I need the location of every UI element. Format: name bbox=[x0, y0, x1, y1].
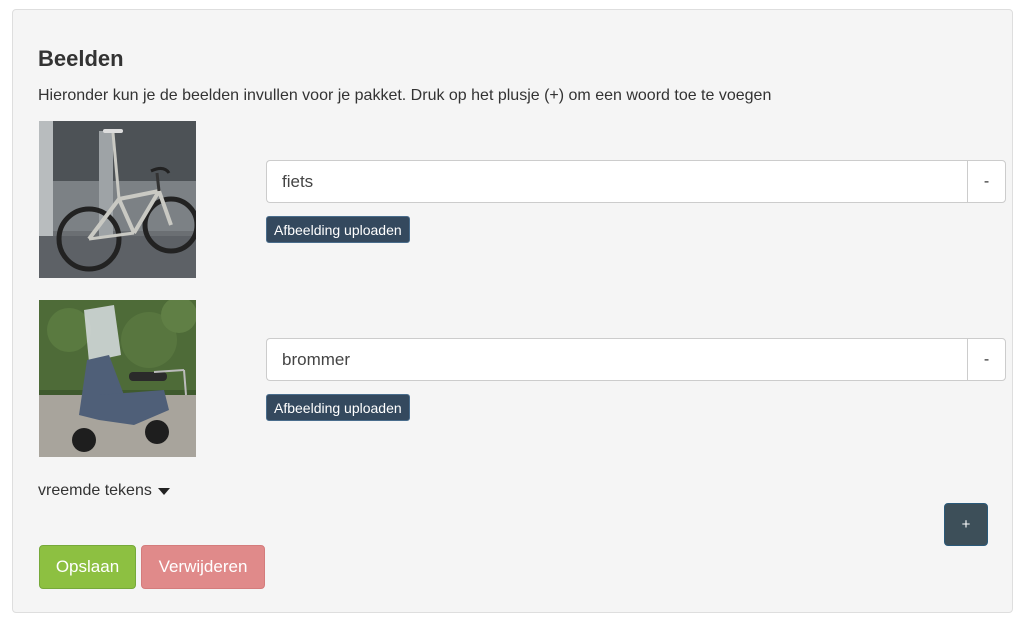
word-row-brommer: - bbox=[266, 338, 1006, 381]
special-characters-label: vreemde tekens bbox=[38, 482, 152, 499]
beelden-panel: Beelden Hieronder kun je de beelden invu… bbox=[12, 9, 1013, 613]
scooter-image bbox=[39, 300, 196, 457]
remove-word-button[interactable]: - bbox=[967, 160, 1006, 203]
remove-word-button[interactable]: - bbox=[967, 338, 1006, 381]
word-row-fiets: - bbox=[266, 160, 1006, 203]
add-word-button[interactable]: + bbox=[944, 503, 988, 546]
word-input-brommer[interactable] bbox=[266, 338, 967, 381]
bicycle-image bbox=[39, 121, 196, 278]
caret-down-icon bbox=[157, 487, 170, 495]
delete-button[interactable]: Verwijderen bbox=[141, 545, 265, 589]
section-instructions: Hieronder kun je de beelden invullen voo… bbox=[38, 87, 772, 104]
save-button[interactable]: Opslaan bbox=[39, 545, 136, 589]
section-title: Beelden bbox=[38, 46, 124, 71]
special-characters-toggle[interactable]: vreemde tekens bbox=[38, 482, 170, 500]
upload-image-button[interactable]: Afbeelding uploaden bbox=[266, 216, 410, 243]
word-input-fiets[interactable] bbox=[266, 160, 967, 203]
upload-image-button[interactable]: Afbeelding uploaden bbox=[266, 394, 410, 421]
